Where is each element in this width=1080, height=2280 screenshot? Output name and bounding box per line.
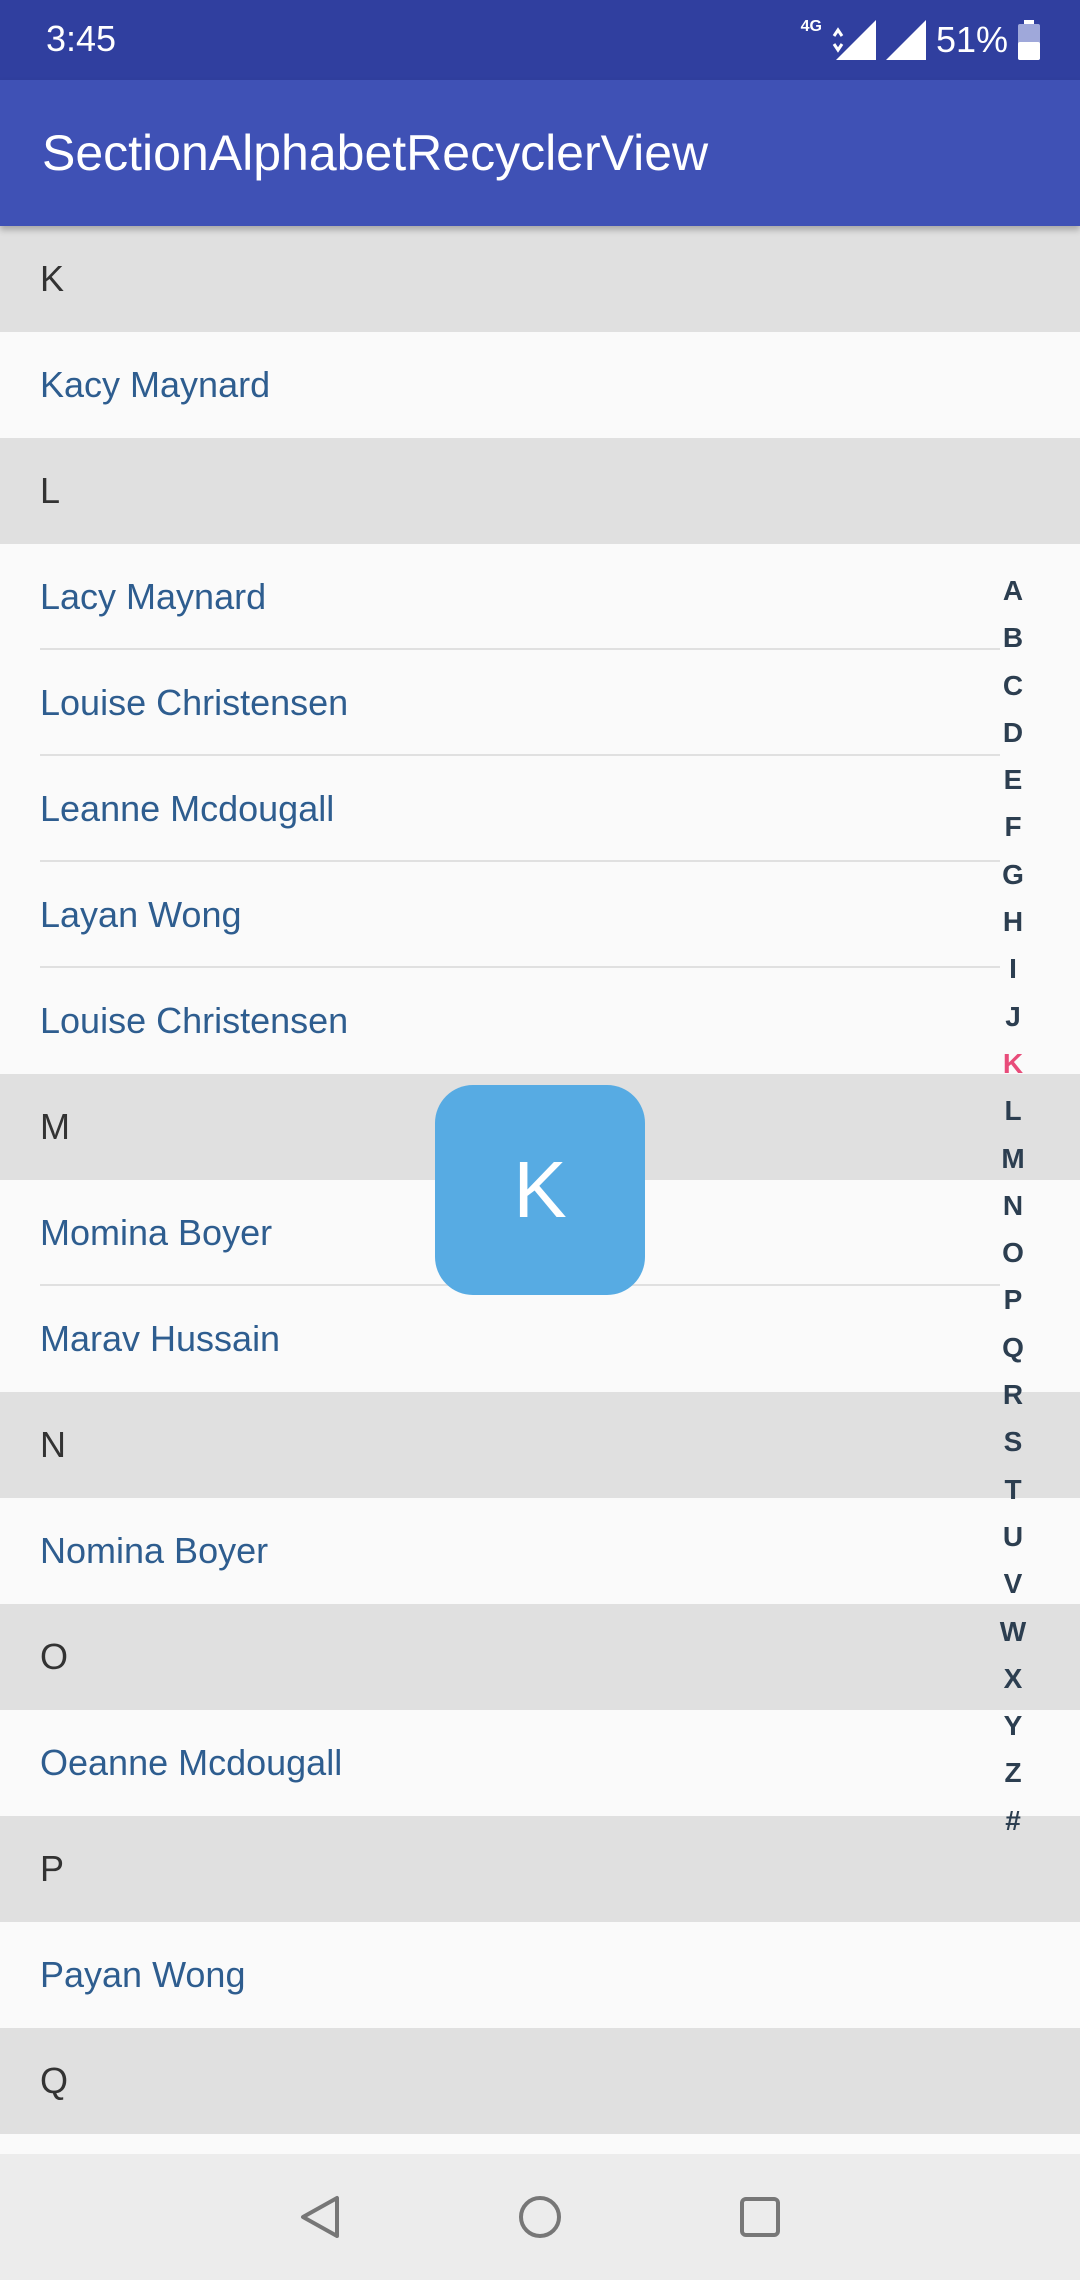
index-letter-k[interactable]: K [990,1040,1036,1087]
index-letter-g[interactable]: G [990,851,1036,898]
index-letter-t[interactable]: T [990,1466,1036,1513]
list-item[interactable]: Payan Wong [0,1922,1080,2028]
index-letter-u[interactable]: U [990,1513,1036,1560]
list-item[interactable]: Oeanne Mcdougall [0,1710,1080,1816]
index-letter-b[interactable]: B [990,614,1036,661]
selected-letter-bubble: K [435,1085,645,1295]
index-letter-s[interactable]: S [990,1418,1036,1465]
recents-icon[interactable] [730,2187,790,2247]
alphabet-index-bar[interactable]: A B C D E F G H I J K L M N O P Q R S T … [990,567,1036,1844]
signal-4g-icon [832,20,876,60]
section-header-o: O [0,1604,1080,1710]
app-title: SectionAlphabetRecyclerView [42,125,709,181]
list-item[interactable]: Louise Christensen [0,650,1080,756]
list-item[interactable]: Nomina Boyer [0,1498,1080,1604]
index-letter-c[interactable]: C [990,662,1036,709]
status-time: 3:45 [46,18,117,59]
battery-percent: 51% [935,19,1008,60]
index-letter-r[interactable]: R [990,1371,1036,1418]
status-bar: 3:45 4G 51% [0,0,1080,80]
list-item[interactable]: Leanne Mcdougall [0,756,1080,862]
index-letter-q[interactable]: Q [990,1324,1036,1371]
index-letter-o[interactable]: O [990,1229,1036,1276]
home-icon[interactable] [510,2187,570,2247]
app-bar: SectionAlphabetRecyclerView [0,80,1080,226]
back-icon[interactable] [290,2187,350,2247]
section-header-k: K [0,226,1080,332]
index-letter-l[interactable]: L [990,1087,1036,1134]
index-letter-d[interactable]: D [990,709,1036,756]
section-header-l: L [0,438,1080,544]
index-letter-hash[interactable]: # [990,1797,1036,1844]
index-letter-y[interactable]: Y [990,1702,1036,1749]
index-letter-j[interactable]: J [990,993,1036,1040]
index-letter-m[interactable]: M [990,1135,1036,1182]
list-item[interactable]: Marav Hussain [0,1286,1080,1392]
section-header-q: Q [0,2028,1080,2134]
index-letter-p[interactable]: P [990,1276,1036,1323]
signal-icon [885,20,926,60]
section-header-p: P [0,1816,1080,1922]
section-header-n: N [0,1392,1080,1498]
index-letter-x[interactable]: X [990,1655,1036,1702]
index-letter-h[interactable]: H [990,898,1036,945]
list-item[interactable]: Lacy Maynard [0,544,1080,650]
battery-icon [1018,20,1040,60]
status-icons: 4G 51% [801,14,1040,66]
list-item[interactable]: Kacy Maynard [0,332,1080,438]
navigation-bar [0,2154,1080,2280]
index-letter-i[interactable]: I [990,945,1036,992]
index-letter-f[interactable]: F [990,803,1036,850]
index-letter-z[interactable]: Z [990,1749,1036,1796]
list-item[interactable]: Louise Christensen [0,968,1080,1074]
index-letter-v[interactable]: V [990,1560,1036,1607]
index-letter-a[interactable]: A [990,567,1036,614]
index-letter-w[interactable]: W [990,1608,1036,1655]
list-item[interactable]: Layan Wong [0,862,1080,968]
network-type: 4G [800,18,822,35]
index-letter-n[interactable]: N [990,1182,1036,1229]
index-letter-e[interactable]: E [990,756,1036,803]
